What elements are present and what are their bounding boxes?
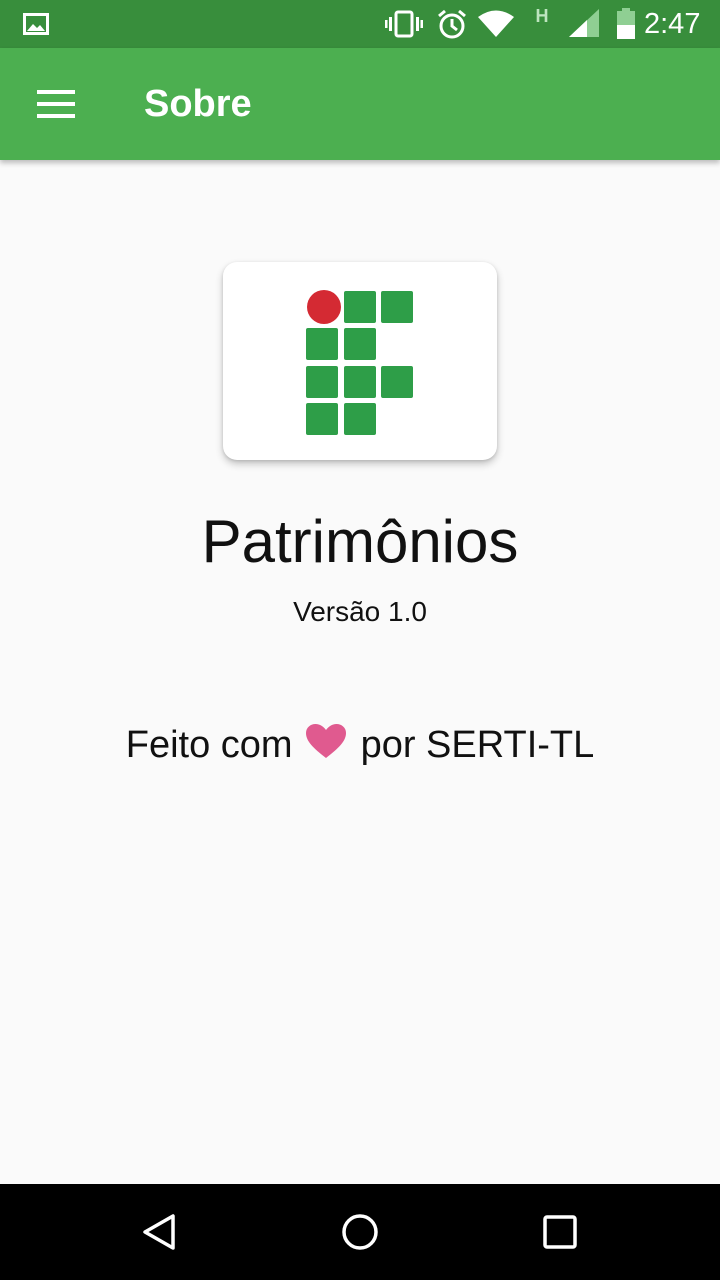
- home-button[interactable]: [300, 1184, 420, 1280]
- back-icon: [143, 1214, 175, 1250]
- credits-line: Feito com por SERTI-TL: [0, 722, 720, 770]
- home-icon: [342, 1214, 378, 1250]
- signal-icon: [564, 0, 604, 48]
- menu-button[interactable]: [16, 68, 96, 140]
- app-name: Patrimônios: [201, 508, 519, 575]
- wifi-icon: [476, 0, 516, 48]
- status-bar: H 2:47: [0, 0, 720, 48]
- battery-icon: [612, 0, 640, 48]
- app-logo: [223, 262, 497, 460]
- page-title: Sobre: [144, 83, 252, 125]
- app-version: Versão 1.0: [293, 596, 427, 627]
- vibrate-icon: [384, 0, 424, 48]
- image-icon: [20, 0, 52, 48]
- recents-icon: [543, 1215, 577, 1249]
- recents-button[interactable]: [500, 1184, 620, 1280]
- status-time: 2:47: [644, 7, 701, 40]
- credits-prefix: Feito com: [125, 724, 293, 766]
- heart-icon: [305, 723, 347, 770]
- credits-suffix: por SERTI-TL: [360, 724, 595, 766]
- about-content: Patrimônios Versão 1.0 Feito com por SERT…: [0, 160, 720, 1184]
- navigation-bar: [0, 1184, 720, 1280]
- app-bar: Sobre: [0, 48, 720, 160]
- menu-icon: [37, 90, 75, 118]
- alarm-icon: [434, 0, 470, 48]
- network-type: H: [535, 6, 549, 26]
- institute-logo-icon: [306, 290, 413, 435]
- back-button[interactable]: [100, 1184, 220, 1280]
